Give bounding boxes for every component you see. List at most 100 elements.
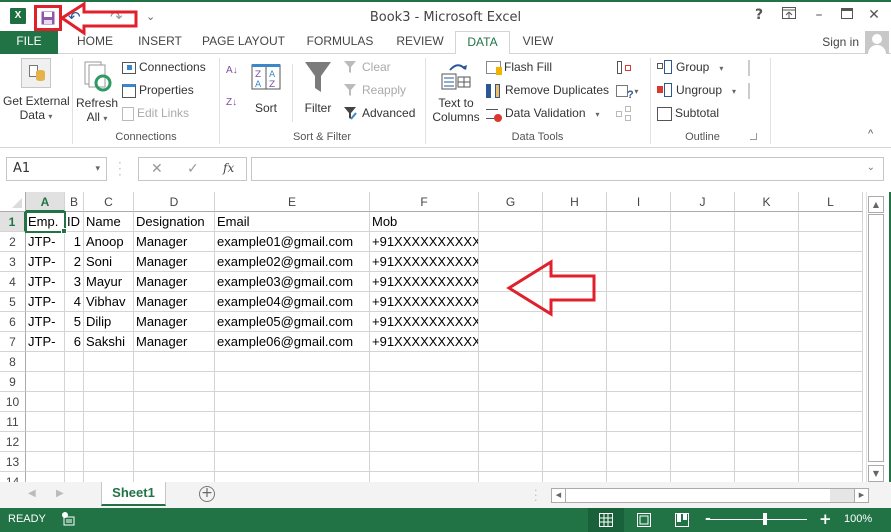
cell-e13[interactable] — [215, 452, 370, 472]
cell-g10[interactable] — [479, 392, 543, 412]
cell-j11[interactable] — [671, 412, 735, 432]
cell-j5[interactable] — [671, 292, 735, 312]
cell-l13[interactable] — [799, 452, 863, 472]
cell-h1[interactable] — [543, 212, 607, 232]
cell-l5[interactable] — [799, 292, 863, 312]
cell-e10[interactable] — [215, 392, 370, 412]
close-button[interactable]: ✕ — [864, 7, 884, 23]
cell-f1[interactable]: Mob — [370, 212, 479, 232]
cell-b2[interactable]: 1 — [65, 232, 84, 252]
cell-l7[interactable] — [799, 332, 863, 352]
redo-button[interactable]: ↷ — [110, 8, 123, 26]
row-header-7[interactable]: 7 — [0, 332, 26, 352]
row-header-1[interactable]: 1 — [0, 212, 26, 232]
cell-f9[interactable] — [370, 372, 479, 392]
cell-c9[interactable] — [84, 372, 134, 392]
column-header-a[interactable]: A — [26, 192, 65, 212]
cell-a2[interactable]: JTP- — [26, 232, 65, 252]
cell-k1[interactable] — [735, 212, 799, 232]
cell-a7[interactable]: JTP- — [26, 332, 65, 352]
sort-button[interactable]: ZAAZ Sort — [250, 63, 282, 115]
cell-i1[interactable] — [607, 212, 671, 232]
column-header-i[interactable]: I — [607, 192, 671, 212]
cell-j1[interactable] — [671, 212, 735, 232]
cell-c13[interactable] — [84, 452, 134, 472]
column-header-d[interactable]: D — [134, 192, 215, 212]
cell-b8[interactable] — [65, 352, 84, 372]
cell-d11[interactable] — [134, 412, 215, 432]
tab-split-handle[interactable]: · · · — [534, 485, 538, 506]
cell-b3[interactable]: 2 — [65, 252, 84, 272]
tab-page-layout[interactable]: PAGE LAYOUT — [197, 31, 290, 54]
cell-j4[interactable] — [671, 272, 735, 292]
tab-view[interactable]: VIEW — [514, 31, 562, 54]
formula-bar-resize-handle[interactable]: · · · — [118, 157, 122, 181]
column-header-h[interactable]: H — [543, 192, 607, 212]
advanced-filter-button[interactable]: Advanced — [343, 106, 415, 122]
cell-f12[interactable] — [370, 432, 479, 452]
cell-g9[interactable] — [479, 372, 543, 392]
cell-f13[interactable] — [370, 452, 479, 472]
cell-h14[interactable] — [543, 472, 607, 482]
hide-detail-button[interactable] — [748, 83, 767, 99]
cell-d6[interactable]: Manager — [134, 312, 215, 332]
cell-i10[interactable] — [607, 392, 671, 412]
cell-f5[interactable]: +91XXXXXXXXXX — [370, 292, 479, 312]
cell-a11[interactable] — [26, 412, 65, 432]
cell-f8[interactable] — [370, 352, 479, 372]
cell-d5[interactable]: Manager — [134, 292, 215, 312]
clear-filter-button[interactable]: Clear — [343, 60, 391, 76]
minimize-button[interactable]: – — [809, 7, 829, 23]
cell-k7[interactable] — [735, 332, 799, 352]
tab-formulas[interactable]: FORMULAS — [299, 31, 381, 54]
cell-b7[interactable]: 6 — [65, 332, 84, 352]
zoom-in-button[interactable]: + — [819, 510, 832, 528]
cell-k6[interactable] — [735, 312, 799, 332]
cell-d14[interactable] — [134, 472, 215, 482]
cell-k12[interactable] — [735, 432, 799, 452]
cell-e1[interactable]: Email — [215, 212, 370, 232]
cell-j14[interactable] — [671, 472, 735, 482]
what-if-analysis-button[interactable]: ? ▾ — [616, 83, 638, 100]
row-header-11[interactable]: 11 — [0, 412, 26, 432]
normal-view-button[interactable] — [588, 508, 624, 532]
cell-d8[interactable] — [134, 352, 215, 372]
cell-i5[interactable] — [607, 292, 671, 312]
row-header-9[interactable]: 9 — [0, 372, 26, 392]
cell-h3[interactable] — [543, 252, 607, 272]
maximize-button[interactable] — [837, 7, 857, 23]
cell-c8[interactable] — [84, 352, 134, 372]
cell-f14[interactable] — [370, 472, 479, 482]
cell-g8[interactable] — [479, 352, 543, 372]
cell-k9[interactable] — [735, 372, 799, 392]
cell-f10[interactable] — [370, 392, 479, 412]
cell-l9[interactable] — [799, 372, 863, 392]
cell-l14[interactable] — [799, 472, 863, 482]
cell-b9[interactable] — [65, 372, 84, 392]
cell-e5[interactable]: example04@gmail.com — [215, 292, 370, 312]
cell-h6[interactable] — [543, 312, 607, 332]
refresh-all-button[interactable]: Refresh All ▾ — [76, 60, 118, 126]
help-button[interactable]: ? — [749, 7, 769, 23]
remove-duplicates-button[interactable]: Remove Duplicates — [486, 83, 609, 99]
cell-g2[interactable] — [479, 232, 543, 252]
cell-j3[interactable] — [671, 252, 735, 272]
select-all-button[interactable] — [0, 192, 26, 212]
cell-c11[interactable] — [84, 412, 134, 432]
cell-j7[interactable] — [671, 332, 735, 352]
cell-h10[interactable] — [543, 392, 607, 412]
cell-a13[interactable] — [26, 452, 65, 472]
cell-d2[interactable]: Manager — [134, 232, 215, 252]
row-header-5[interactable]: 5 — [0, 292, 26, 312]
scroll-left-button[interactable]: ◀ — [552, 489, 566, 502]
tab-review[interactable]: REVIEW — [389, 31, 451, 54]
cell-a5[interactable]: JTP- — [26, 292, 65, 312]
cell-j12[interactable] — [671, 432, 735, 452]
cell-a1[interactable]: Emp. — [25, 211, 66, 233]
cell-b6[interactable]: 5 — [65, 312, 84, 332]
cell-d13[interactable] — [134, 452, 215, 472]
cell-c10[interactable] — [84, 392, 134, 412]
relationships-button[interactable] — [616, 106, 635, 122]
next-sheet-button[interactable]: ▶ — [56, 488, 64, 499]
save-button[interactable] — [34, 5, 62, 31]
